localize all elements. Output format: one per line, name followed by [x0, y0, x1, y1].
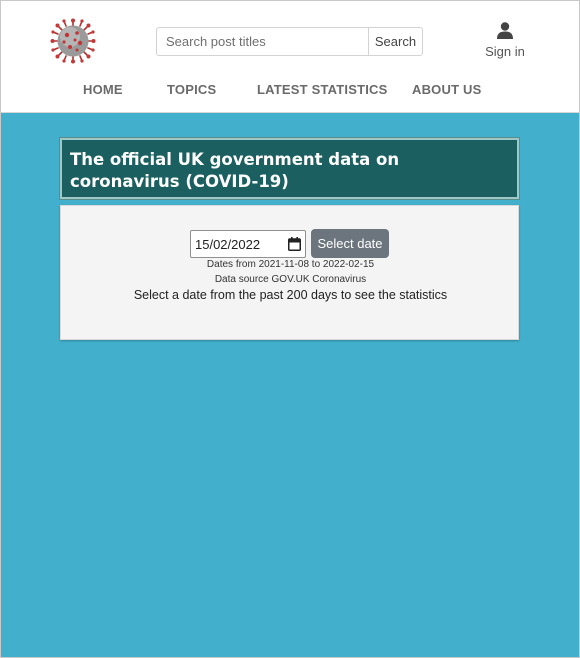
nav-latest-statistics[interactable]: LATEST STATISTICS — [257, 82, 388, 97]
date-input[interactable]: 15/02/2022 — [190, 229, 306, 258]
search-input[interactable] — [156, 27, 368, 56]
instruction-text: Select a date from the past 200 days to … — [133, 288, 448, 302]
nav-about-us[interactable]: ABOUT US — [412, 82, 482, 97]
date-selector-panel: 15/02/2022 Select date Dates from 2021-1… — [60, 205, 519, 340]
main-nav: HOME TOPICS LATEST STATISTICS ABOUT US — [0, 82, 580, 102]
coronavirus-logo-icon[interactable] — [50, 18, 96, 64]
user-icon — [497, 22, 513, 39]
date-range-note: Dates from 2021-11-08 to 2022-02-15 — [206, 259, 375, 270]
page-title-box: The official UK government data on coron… — [59, 137, 520, 200]
data-source-note: Data source GOV.UK Coronavirus — [214, 274, 367, 285]
calendar-icon[interactable] — [288, 236, 301, 251]
search-form: Search — [156, 27, 423, 56]
sign-in-label: Sign in — [485, 44, 525, 59]
site-header: Search Sign in HOME TOPICS LATEST STATIS… — [0, 0, 580, 113]
date-input-value: 15/02/2022 — [195, 236, 261, 252]
search-button[interactable]: Search — [368, 27, 423, 56]
nav-topics[interactable]: TOPICS — [167, 82, 216, 97]
nav-home[interactable]: HOME — [83, 82, 123, 97]
date-form: 15/02/2022 Select date — [190, 229, 389, 258]
page-title: The official UK government data on coron… — [70, 150, 400, 191]
sign-in-link[interactable]: Sign in — [482, 22, 528, 59]
select-date-button[interactable]: Select date — [311, 229, 389, 258]
